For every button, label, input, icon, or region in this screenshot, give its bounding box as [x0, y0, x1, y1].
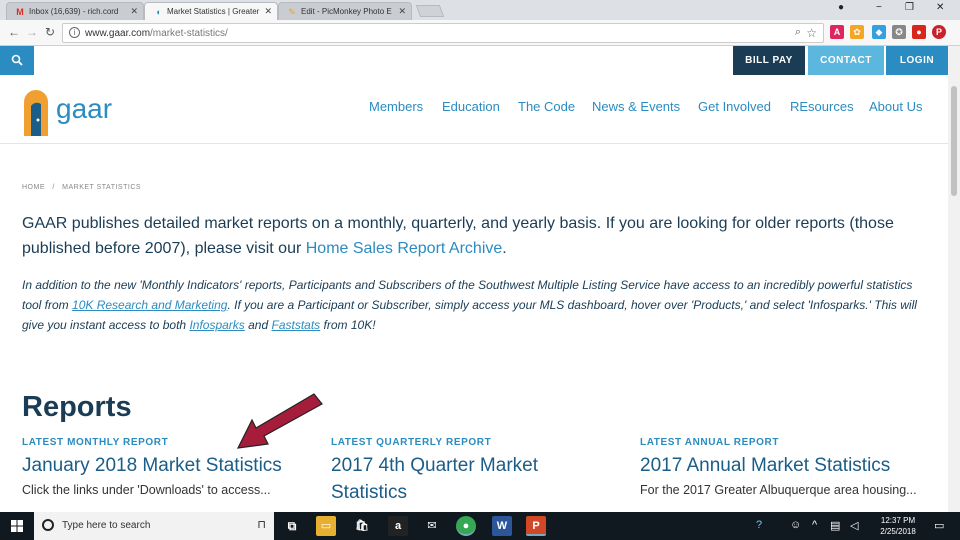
annual-report-link[interactable]: 2017 Annual Market Statistics [640, 452, 930, 479]
zoom-icon[interactable]: ⌕ [795, 26, 801, 39]
site-search-button[interactable] [0, 46, 34, 75]
store-icon[interactable]: 🛍 [352, 516, 372, 536]
address-bar[interactable]: i www.gaar.com/market-statistics/ ⌕ ☆ [62, 23, 824, 43]
tab-title: Inbox (16,639) - rich.cord [29, 7, 119, 16]
browser-tab-bar: M Inbox (16,639) - rich.cord ✕ ◖ Market … [0, 0, 960, 20]
lead-end: . [502, 240, 507, 257]
people-icon[interactable]: ☺ [790, 519, 801, 531]
forward-button[interactable]: → [26, 25, 38, 39]
lead-paragraph: GAAR publishes detailed market reports o… [22, 211, 922, 261]
logo-text[interactable]: gaar [56, 93, 112, 125]
report-label: LATEST QUARTERLY REPORT [331, 437, 492, 448]
microphone-icon[interactable]: ⊓ [257, 518, 266, 531]
windows-start-icon[interactable] [0, 512, 34, 540]
tab-title: Edit - PicMonkey Photo E [301, 7, 392, 16]
info-icon[interactable]: i [69, 27, 80, 38]
network-icon[interactable]: ▤ [830, 519, 840, 532]
10k-research-link[interactable]: 10K Research and Marketing [72, 298, 227, 312]
chevron-up-icon[interactable]: ^ [812, 519, 817, 531]
chrome-icon[interactable]: ● [456, 516, 476, 536]
reload-button[interactable]: ↻ [45, 25, 55, 39]
mail-icon[interactable]: ✉ [422, 516, 442, 536]
tab-picmonkey[interactable]: ✎ Edit - PicMonkey Photo E ✕ [278, 2, 412, 20]
breadcrumb-home[interactable]: HOME [22, 184, 45, 191]
quarterly-report-link[interactable]: 2017 4th Quarter Market Statistics [331, 452, 591, 506]
intro-paragraph: In addition to the new 'Monthly Indicato… [22, 275, 927, 335]
annotation-arrow-icon [236, 393, 323, 449]
close-tab-icon[interactable]: ✕ [130, 6, 138, 17]
infosparks-link[interactable]: Infosparks [189, 318, 244, 332]
windows-taskbar: Type here to search ⊓ ⧉ ▭ 🛍 a ✉ ● W P ? … [0, 512, 960, 540]
file-explorer-icon[interactable]: ▭ [316, 516, 336, 536]
intro-text-4: from 10K! [320, 318, 376, 332]
extension-icon-adblock[interactable]: ● [912, 25, 926, 39]
url-path: /market-statistics/ [150, 28, 228, 39]
word-icon[interactable]: W [492, 516, 512, 536]
report-description: Click the links under 'Downloads' to acc… [22, 483, 271, 497]
annual-report-card: LATEST ANNUAL REPORT 2017 Annual Market … [640, 437, 930, 497]
breadcrumb: HOME / MARKET STATISTICS [22, 184, 141, 191]
cortana-icon [42, 519, 54, 531]
login-button[interactable]: LOGIN [886, 46, 948, 75]
breadcrumb-separator: / [52, 184, 55, 191]
volume-icon[interactable]: ◁ [850, 519, 858, 532]
help-icon[interactable]: ? [756, 519, 762, 531]
close-window-button[interactable]: ✕ [936, 2, 944, 13]
extension-icon-gear[interactable]: ✪ [892, 25, 906, 39]
quarterly-report-card: LATEST QUARTERLY REPORT 2017 4th Quarter… [331, 437, 591, 506]
nav-resources[interactable]: REsources [790, 99, 854, 114]
bookmark-star-icon[interactable]: ☆ [806, 26, 817, 40]
nav-members[interactable]: Members [369, 99, 423, 114]
close-tab-icon[interactable]: ✕ [398, 6, 406, 17]
gaar-icon: ◖ [155, 7, 161, 17]
scrollbar-thumb[interactable] [951, 86, 957, 196]
picmonkey-icon: ✎ [288, 6, 296, 17]
new-tab-button[interactable] [415, 5, 445, 17]
taskbar-search-placeholder: Type here to search [62, 520, 151, 531]
back-button[interactable]: ← [8, 25, 20, 39]
reports-heading: Reports [22, 391, 132, 423]
close-tab-icon[interactable]: ✕ [264, 6, 272, 17]
report-description: For the 2017 Greater Albuquerque area ho… [640, 483, 917, 497]
gaar-logo-icon[interactable] [22, 88, 50, 138]
search-icon [11, 54, 23, 66]
amazon-icon[interactable]: a [388, 516, 408, 536]
contact-button[interactable]: CONTACT [808, 46, 884, 75]
monthly-report-link[interactable]: January 2018 Market Statistics [22, 452, 312, 479]
profile-icon[interactable]: ● [838, 2, 844, 13]
minimize-button[interactable]: − [876, 2, 882, 13]
report-label: LATEST ANNUAL REPORT [640, 437, 780, 448]
extension-icon-a[interactable]: A [830, 25, 844, 39]
maximize-button[interactable]: ❐ [905, 2, 914, 13]
nav-news-events[interactable]: News & Events [592, 99, 680, 114]
clock-date: 2/25/2018 [880, 527, 916, 536]
page-scrollbar[interactable] [948, 46, 960, 512]
task-view-icon[interactable]: ⧉ [282, 516, 302, 536]
browser-toolbar: ← → ↻ i www.gaar.com/market-statistics/ … [0, 20, 960, 46]
breadcrumb-current: MARKET STATISTICS [62, 184, 142, 191]
faststats-link[interactable]: Faststats [272, 318, 321, 332]
tab-market-statistics[interactable]: ◖ Market Statistics | Greater ✕ [144, 2, 278, 20]
intro-text-3: and [244, 318, 272, 332]
pinterest-icon[interactable]: P [932, 25, 946, 39]
extension-icon-drive[interactable]: ◆ [872, 25, 886, 39]
tab-gmail[interactable]: M Inbox (16,639) - rich.cord ✕ [6, 2, 144, 20]
nav-the-code[interactable]: The Code [518, 99, 575, 114]
bill-pay-button[interactable]: BILL PAY [733, 46, 805, 75]
nav-education[interactable]: Education [442, 99, 500, 114]
archive-link[interactable]: Home Sales Report Archive [306, 240, 503, 257]
nav-get-involved[interactable]: Get Involved [698, 99, 771, 114]
tab-title: Market Statistics | Greater [167, 7, 260, 16]
site-header: gaar Members Education The Code News & E… [0, 75, 948, 144]
clock-time: 12:37 PM [880, 516, 916, 525]
taskbar-clock[interactable]: 12:37 PM 2/25/2018 [872, 515, 924, 537]
powerpoint-icon[interactable]: P [526, 516, 546, 536]
site-top-bar: BILL PAY CONTACT LOGIN [0, 46, 948, 75]
nav-about-us[interactable]: About Us [869, 99, 922, 114]
extension-icon-pinwheel[interactable]: ✿ [850, 25, 864, 39]
url-host: www.gaar.com [85, 28, 151, 39]
gmail-icon: M [16, 7, 24, 17]
notifications-icon[interactable]: ▭ [934, 519, 944, 532]
taskbar-search-box[interactable]: Type here to search ⊓ [34, 512, 274, 540]
